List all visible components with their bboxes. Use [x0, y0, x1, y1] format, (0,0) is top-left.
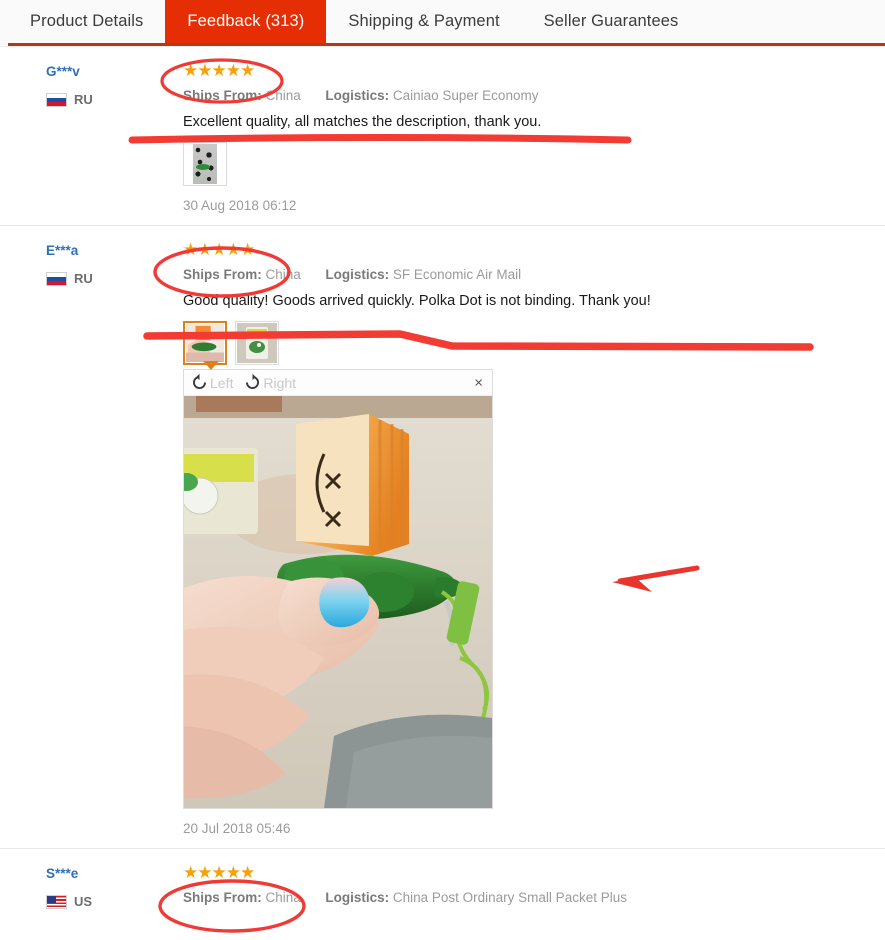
reviewer-username[interactable]: G***v	[46, 63, 171, 81]
logistics-value: China Post Ordinary Small Packet Plus	[392, 890, 627, 905]
ships-from-label: Ships From:	[183, 890, 262, 905]
feedback-page: Product Details Feedback (313) Shipping …	[0, 0, 885, 940]
star-rating: ★★★★★	[183, 863, 255, 882]
logistics-label: Logistics:	[325, 267, 390, 282]
rotate-right-icon	[246, 373, 260, 389]
review-thumbnail[interactable]	[183, 142, 227, 186]
review-item: E***a RU ★★★★★ Ships From: China Logisti…	[0, 225, 885, 848]
review-text: Excellent quality, all matches the descr…	[183, 114, 542, 130]
ships-from-value: China	[265, 890, 301, 905]
flag-ru-icon	[46, 271, 67, 286]
rotate-right-label: Right	[263, 374, 297, 391]
reviewer-info: G***v RU	[46, 63, 171, 107]
reviewer-info: S***e US	[46, 865, 171, 909]
shipping-line: Ships From: China Logistics: China Post …	[183, 888, 855, 907]
review-item: S***e US ★★★★★ Ships From: China Logisti…	[0, 848, 885, 919]
image-viewer-toolbar: Left Right ×	[184, 370, 492, 396]
image-viewer: Left Right ×	[183, 361, 493, 809]
review-thumbnails	[183, 321, 855, 365]
viewer-main-image[interactable]	[184, 396, 492, 808]
review-thumbnails	[183, 142, 855, 186]
reviewer-country: US	[46, 894, 171, 909]
reviewer-username[interactable]: S***e	[46, 865, 171, 883]
shipping-line: Ships From: China Logistics: Cainiao Sup…	[183, 86, 855, 105]
dotted-fabric-thumbnail-image	[193, 144, 217, 184]
review-body: ★★★★★ Ships From: China Logistics: SF Ec…	[183, 240, 855, 836]
rotate-left-button[interactable]: Left	[190, 373, 233, 392]
flag-ru-icon	[46, 92, 67, 107]
review-text: Good quality! Goods arrived quickly. Pol…	[183, 293, 651, 309]
hand-holding-pea-pod-squishy-photo	[184, 396, 492, 808]
rotate-left-label: Left	[210, 374, 234, 391]
feedback-list: G***v RU ★★★★★ Ships From: China Logisti…	[0, 46, 885, 919]
tab-product-details[interactable]: Product Details	[8, 0, 166, 43]
tab-seller-guarantees[interactable]: Seller Guarantees	[521, 0, 701, 43]
logistics-label: Logistics:	[325, 88, 390, 103]
ships-from-value: China	[265, 267, 301, 282]
viewer-pointer-arrow	[203, 361, 219, 370]
review-date: 20 Jul 2018 05:46	[183, 821, 291, 836]
shipping-line: Ships From: China Logistics: SF Economic…	[183, 265, 855, 284]
rotate-left-icon	[193, 373, 206, 389]
review-body: ★★★★★ Ships From: China Logistics: Caini…	[183, 61, 855, 213]
ships-from-value: China	[265, 88, 301, 103]
review-date: 30 Aug 2018 06:12	[183, 198, 297, 213]
flag-us-icon	[46, 894, 67, 909]
star-rating: ★★★★★	[183, 61, 255, 80]
logistics-value: Cainiao Super Economy	[392, 88, 539, 103]
reviewer-username[interactable]: E***a	[46, 242, 171, 260]
tab-list: Product Details Feedback (313) Shipping …	[8, 0, 701, 43]
hand-pea-pod-thumbnail-image	[186, 324, 224, 362]
country-code: US	[74, 894, 93, 909]
review-item: G***v RU ★★★★★ Ships From: China Logisti…	[0, 46, 885, 225]
packaged-squishy-thumbnail-image	[237, 323, 277, 363]
rotate-right-button[interactable]: Right	[243, 373, 296, 392]
close-icon[interactable]: ×	[474, 375, 483, 390]
reviewer-info: E***a RU	[46, 242, 171, 286]
tab-bar: Product Details Feedback (313) Shipping …	[0, 0, 885, 46]
logistics-value: SF Economic Air Mail	[392, 267, 522, 282]
review-thumbnail-selected[interactable]	[183, 321, 227, 365]
country-code: RU	[74, 92, 93, 107]
tab-feedback[interactable]: Feedback (313)	[165, 0, 327, 43]
star-rating: ★★★★★	[183, 240, 255, 259]
review-body: ★★★★★ Ships From: China Logistics: China…	[183, 863, 855, 907]
reviewer-country: RU	[46, 271, 171, 286]
reviewer-country: RU	[46, 92, 171, 107]
ships-from-label: Ships From:	[183, 267, 262, 282]
tab-shipping-payment[interactable]: Shipping & Payment	[326, 0, 522, 43]
country-code: RU	[74, 271, 93, 286]
review-thumbnail[interactable]	[235, 321, 279, 365]
ships-from-label: Ships From:	[183, 88, 262, 103]
logistics-label: Logistics:	[325, 890, 390, 905]
